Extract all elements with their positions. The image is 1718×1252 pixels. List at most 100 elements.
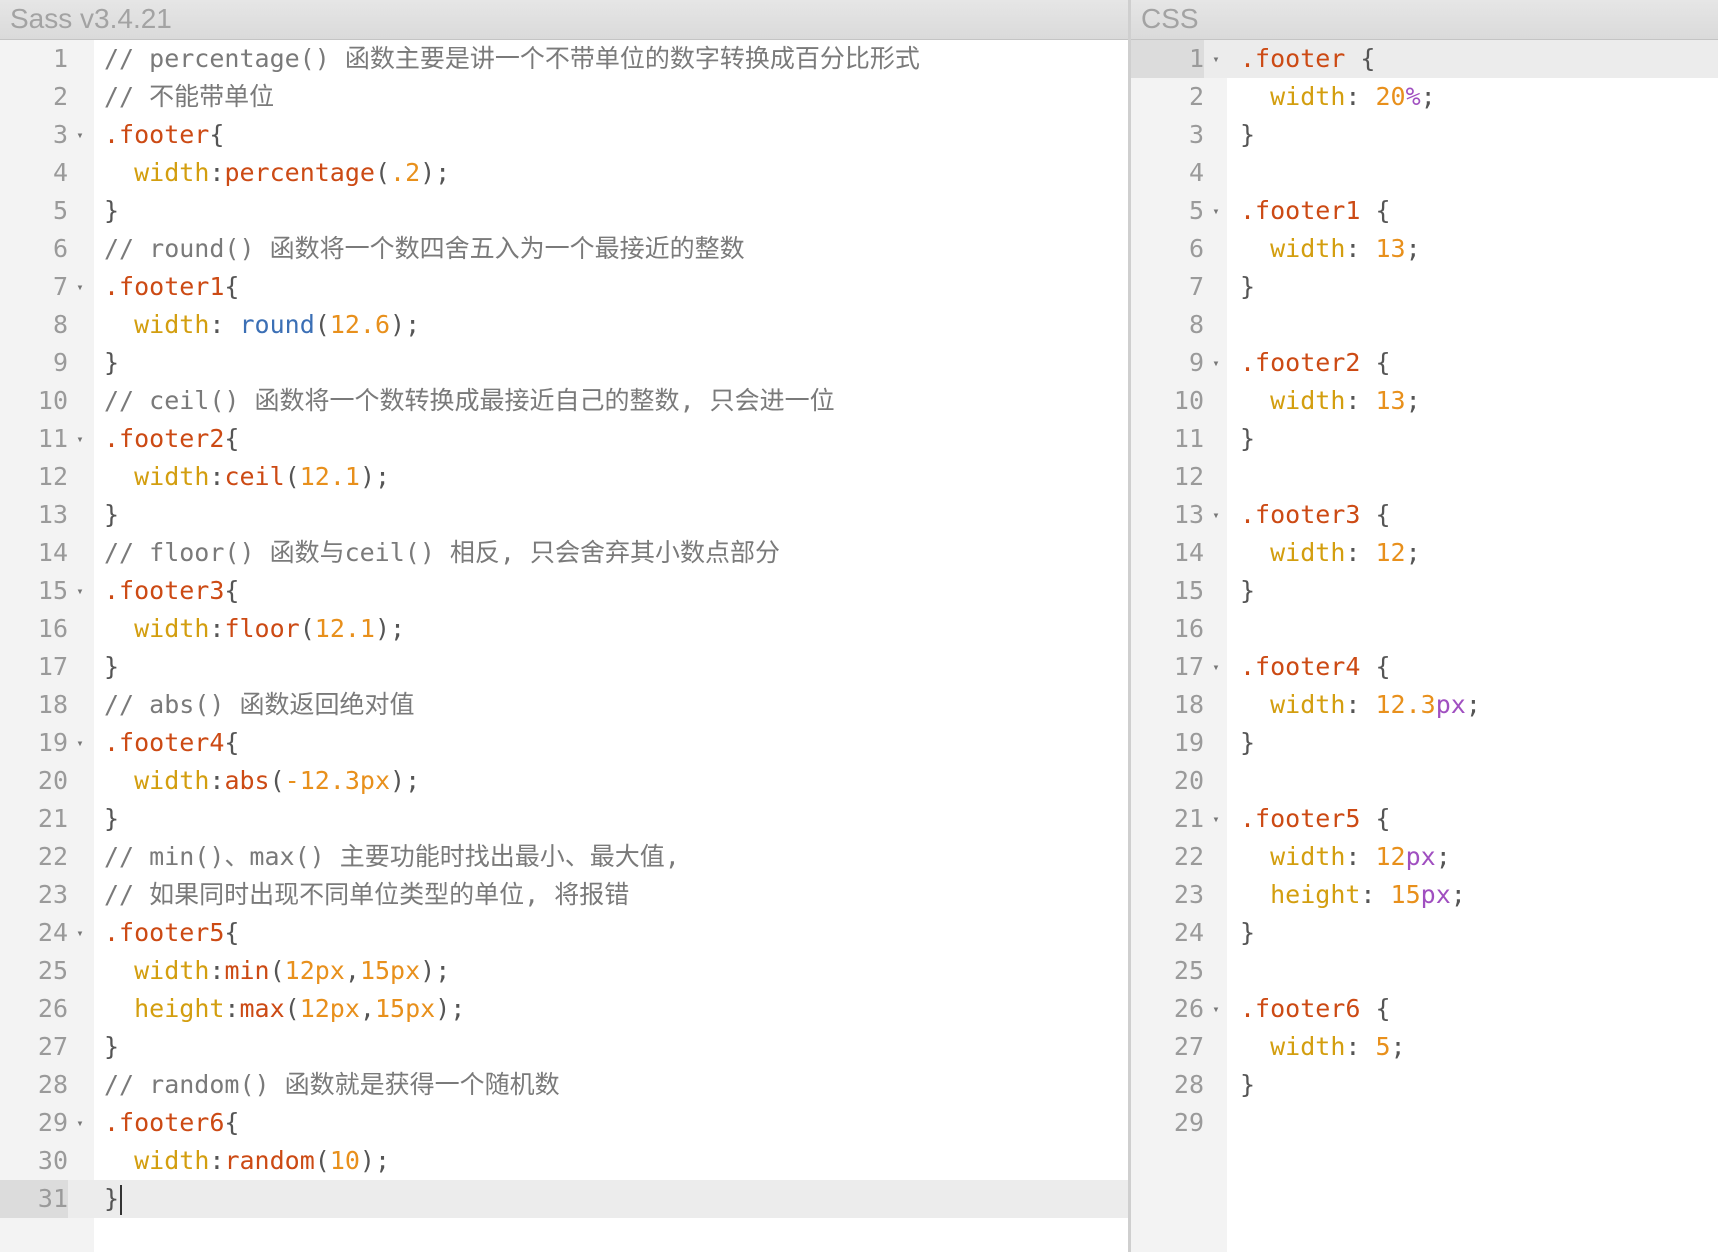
code-text[interactable]: .footer2{ <box>104 420 239 458</box>
code-text[interactable]: width:percentage(.2); <box>104 154 450 192</box>
code-text[interactable]: } <box>104 496 119 534</box>
code-text[interactable]: } <box>104 800 119 838</box>
fold-arrow-icon[interactable]: ▾ <box>72 724 88 762</box>
code-text[interactable]: } <box>1240 268 1255 306</box>
code-line[interactable]: 26 ▾ .footer6 { <box>1131 990 1718 1028</box>
code-text[interactable]: .footer{ <box>104 116 224 154</box>
code-line[interactable]: 7} <box>1131 268 1718 306</box>
code-line[interactable]: 28 // random() 函数就是获得一个随机数 <box>0 1066 1128 1104</box>
code-text[interactable]: // min()、max() 主要功能时找出最小、最大值, <box>104 838 680 876</box>
code-text[interactable]: } <box>1240 914 1255 952</box>
code-text[interactable]: .footer6 { <box>1240 990 1391 1028</box>
fold-arrow-icon[interactable]: ▾ <box>72 420 88 458</box>
code-line[interactable]: 30 width:random(10); <box>0 1142 1128 1180</box>
code-line[interactable]: 23 // 如果同时出现不同单位类型的单位, 将报错 <box>0 876 1128 914</box>
code-text[interactable]: .footer { <box>1240 40 1375 78</box>
code-text[interactable]: width:floor(12.1); <box>104 610 405 648</box>
code-line[interactable]: 28} <box>1131 1066 1718 1104</box>
code-line[interactable]: 5} <box>0 192 1128 230</box>
code-line[interactable]: 29 <box>1131 1104 1718 1142</box>
code-text[interactable]: width: 13; <box>1240 230 1421 268</box>
code-line[interactable]: 14 // floor() 函数与ceil() 相反, 只会舍弃其小数点部分 <box>0 534 1128 572</box>
code-text[interactable]: // random() 函数就是获得一个随机数 <box>104 1066 560 1104</box>
code-line[interactable]: 17 ▾ .footer4 { <box>1131 648 1718 686</box>
code-line[interactable]: 19} <box>1131 724 1718 762</box>
fold-arrow-icon[interactable]: ▾ <box>72 116 88 154</box>
code-line[interactable]: 17} <box>0 648 1128 686</box>
code-text[interactable]: width: round(12.6); <box>104 306 420 344</box>
code-line[interactable]: 15 ▾ .footer3{ <box>0 572 1128 610</box>
code-text[interactable]: // percentage() 函数主要是讲一个不带单位的数字转换成百分比形式 <box>104 40 920 78</box>
code-text[interactable]: .footer3{ <box>104 572 239 610</box>
fold-arrow-icon[interactable]: ▾ <box>1208 990 1224 1028</box>
code-line[interactable]: 16 <box>1131 610 1718 648</box>
css-title[interactable]: CSS <box>1141 3 1199 35</box>
sass-version-title[interactable]: Sass v3.4.21 <box>10 3 172 35</box>
code-text[interactable]: // floor() 函数与ceil() 相反, 只会舍弃其小数点部分 <box>104 534 780 572</box>
code-line[interactable]: 14 width: 12; <box>1131 534 1718 572</box>
fold-arrow-icon[interactable]: ▾ <box>1208 496 1224 534</box>
sass-editor-pane[interactable]: Sass v3.4.21 1 // percentage() 函数主要是讲一个不带… <box>0 0 1128 1252</box>
code-text[interactable]: .footer2 { <box>1240 344 1391 382</box>
code-line[interactable]: 13 ▾ .footer3 { <box>1131 496 1718 534</box>
code-line[interactable]: 1 // percentage() 函数主要是讲一个不带单位的数字转换成百分比形式 <box>0 40 1128 78</box>
code-line[interactable]: 6 width: 13; <box>1131 230 1718 268</box>
code-line[interactable]: 11 ▾ .footer2{ <box>0 420 1128 458</box>
code-line[interactable]: 9 ▾ .footer2 { <box>1131 344 1718 382</box>
code-line[interactable]: 24} <box>1131 914 1718 952</box>
code-line[interactable]: 21 ▾ .footer5 { <box>1131 800 1718 838</box>
code-line[interactable]: 27 width: 5; <box>1131 1028 1718 1066</box>
code-text[interactable]: width: 12px; <box>1240 838 1451 876</box>
fold-arrow-icon[interactable]: ▾ <box>1208 800 1224 838</box>
code-text[interactable]: .footer5 { <box>1240 800 1391 838</box>
code-text[interactable]: } <box>104 1028 119 1066</box>
code-line[interactable]: 23 height: 15px; <box>1131 876 1718 914</box>
fold-arrow-icon[interactable]: ▾ <box>72 268 88 306</box>
code-line[interactable]: 21} <box>0 800 1128 838</box>
code-line[interactable]: 25 width:min(12px,15px); <box>0 952 1128 990</box>
fold-arrow-icon[interactable]: ▾ <box>1208 648 1224 686</box>
code-line[interactable]: 16 width:floor(12.1); <box>0 610 1128 648</box>
code-text[interactable]: .footer1{ <box>104 268 239 306</box>
code-text[interactable]: // 如果同时出现不同单位类型的单位, 将报错 <box>104 876 629 914</box>
code-text[interactable]: } <box>1240 1066 1255 1104</box>
code-line[interactable]: 10 width: 13; <box>1131 382 1718 420</box>
code-line[interactable]: 27} <box>0 1028 1128 1066</box>
code-line[interactable]: 4 width:percentage(.2); <box>0 154 1128 192</box>
code-text[interactable]: width: 12; <box>1240 534 1421 572</box>
code-line[interactable]: 5 ▾ .footer1 { <box>1131 192 1718 230</box>
code-text[interactable]: // ceil() 函数将一个数转换成最接近自己的整数, 只会进一位 <box>104 382 835 420</box>
code-line[interactable]: 26 height:max(12px,15px); <box>0 990 1128 1028</box>
code-text[interactable]: .footer4 { <box>1240 648 1391 686</box>
code-line[interactable]: 25 <box>1131 952 1718 990</box>
code-line[interactable]: 22 width: 12px; <box>1131 838 1718 876</box>
code-line[interactable]: 2 width: 20%; <box>1131 78 1718 116</box>
code-text[interactable]: } <box>104 648 119 686</box>
code-line[interactable]: 15} <box>1131 572 1718 610</box>
code-line[interactable]: 7 ▾ .footer1{ <box>0 268 1128 306</box>
code-line[interactable]: 13} <box>0 496 1128 534</box>
fold-arrow-icon[interactable]: ▾ <box>1208 40 1224 78</box>
fold-arrow-icon[interactable]: ▾ <box>1208 344 1224 382</box>
code-line[interactable]: 11} <box>1131 420 1718 458</box>
sass-code-lines[interactable]: 1 // percentage() 函数主要是讲一个不带单位的数字转换成百分比形式… <box>0 40 1128 1218</box>
code-line[interactable]: 8 width: round(12.6); <box>0 306 1128 344</box>
code-text[interactable]: } <box>1240 116 1255 154</box>
code-text[interactable]: height: 15px; <box>1240 876 1466 914</box>
code-line[interactable]: 20 width:abs(-12.3px); <box>0 762 1128 800</box>
code-text[interactable]: width: 13; <box>1240 382 1421 420</box>
code-line[interactable]: 12 width:ceil(12.1); <box>0 458 1128 496</box>
code-text[interactable]: // 不能带单位 <box>104 78 274 116</box>
code-line[interactable]: 8 <box>1131 306 1718 344</box>
code-line[interactable]: 20 <box>1131 762 1718 800</box>
code-text[interactable]: // abs() 函数返回绝对值 <box>104 686 414 724</box>
code-line[interactable]: 6 // round() 函数将一个数四舍五入为一个最接近的整数 <box>0 230 1128 268</box>
code-line[interactable]: 4 <box>1131 154 1718 192</box>
code-text[interactable]: } <box>1240 724 1255 762</box>
fold-arrow-icon[interactable]: ▾ <box>72 914 88 952</box>
code-line[interactable]: 22 // min()、max() 主要功能时找出最小、最大值, <box>0 838 1128 876</box>
code-line[interactable]: 31} <box>0 1180 1128 1218</box>
code-line[interactable]: 3} <box>1131 116 1718 154</box>
code-line[interactable]: 2 // 不能带单位 <box>0 78 1128 116</box>
code-text[interactable]: } <box>104 192 119 230</box>
